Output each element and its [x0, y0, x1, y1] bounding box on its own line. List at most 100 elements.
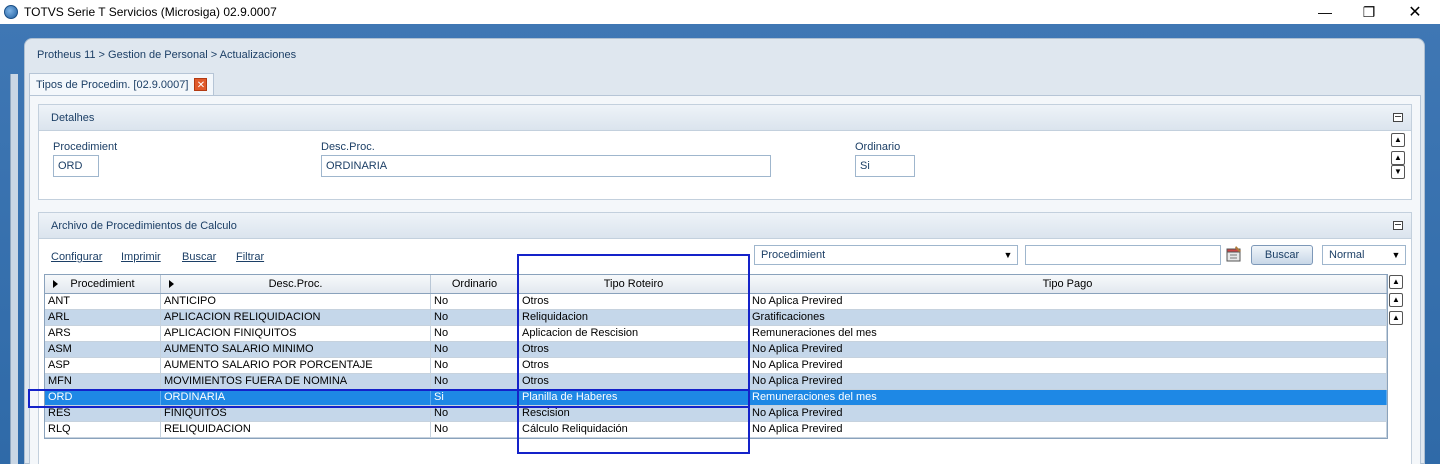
- procedimient-field[interactable]: ORD: [53, 155, 99, 177]
- cell-tipo-roteiro: Otros: [519, 374, 749, 389]
- cell-proc: ANT: [45, 294, 161, 309]
- left-scrollbar[interactable]: [10, 74, 18, 464]
- cell-tipo-pago: No Aplica Previred: [749, 358, 1387, 373]
- cell-ord: No: [431, 342, 519, 357]
- detalhes-header: Detalhes: [39, 105, 1411, 131]
- grid-scroll-down-icon[interactable]: ▲: [1389, 311, 1403, 325]
- mode-select-value: Normal: [1329, 249, 1365, 261]
- cell-ord: No: [431, 406, 519, 421]
- cell-desc: APLICACION RELIQUIDACION: [161, 310, 431, 325]
- table-row[interactable]: ARS APLICACION FINIQUITOS No Aplicacion …: [45, 326, 1387, 342]
- desc-proc-field[interactable]: ORDINARIA: [321, 155, 771, 177]
- cell-desc: AUMENTO SALARIO MINIMO: [161, 342, 431, 357]
- ordinario-field[interactable]: Si: [855, 155, 915, 177]
- sort-arrow-icon: [169, 280, 174, 288]
- cell-tipo-pago: No Aplica Previred: [749, 294, 1387, 309]
- cell-proc: RLQ: [45, 422, 161, 437]
- col-header-tipo-roteiro[interactable]: Tipo Roteiro: [519, 275, 749, 293]
- cell-ord: No: [431, 422, 519, 437]
- buscar-link[interactable]: Buscar: [182, 251, 216, 263]
- tab-close-icon[interactable]: ✕: [194, 78, 208, 91]
- cell-desc: AUMENTO SALARIO POR PORCENTAJE: [161, 358, 431, 373]
- table-row[interactable]: ANT ANTICIPO No Otros No Aplica Previred: [45, 294, 1387, 310]
- cell-proc: ARL: [45, 310, 161, 325]
- table-row-selected[interactable]: ORD ORDINARIA Si Planilla de Haberes Rem…: [45, 390, 1387, 406]
- grid-scroll-top-icon[interactable]: ▲: [1389, 275, 1403, 289]
- mode-select[interactable]: Normal ▼: [1322, 245, 1406, 265]
- tab-tipos-procedim[interactable]: Tipos de Procedim. [02.9.0007] ✕: [29, 73, 215, 95]
- cell-ord: No: [431, 326, 519, 341]
- cell-tipo-roteiro: Cálculo Reliquidación: [519, 422, 749, 437]
- buscar-button[interactable]: Buscar: [1251, 245, 1313, 265]
- grid-scroll-up-icon[interactable]: ▲: [1389, 293, 1403, 307]
- search-field-select-value: Procedimient: [761, 249, 826, 261]
- table-row[interactable]: MFN MOVIMIENTOS FUERA DE NOMINA No Otros…: [45, 374, 1387, 390]
- cell-tipo-roteiro: Planilla de Haberes: [519, 390, 749, 405]
- cell-desc: ANTICIPO: [161, 294, 431, 309]
- search-input[interactable]: [1025, 245, 1221, 265]
- detalhes-title: Detalhes: [51, 111, 95, 124]
- close-window-button[interactable]: ✕: [1392, 0, 1438, 24]
- cell-ord: Si: [431, 390, 519, 405]
- cell-tipo-pago: No Aplica Previred: [749, 422, 1387, 437]
- cell-tipo-pago: No Aplica Previred: [749, 342, 1387, 357]
- app-logo-icon: [4, 5, 18, 19]
- cell-desc: RELIQUIDACION: [161, 422, 431, 437]
- table-row[interactable]: ASM AUMENTO SALARIO MINIMO No Otros No A…: [45, 342, 1387, 358]
- col-header-procedimient[interactable]: Procedimient: [45, 275, 161, 293]
- ordinario-label: Ordinario: [855, 141, 901, 153]
- sort-arrow-icon: [53, 280, 58, 288]
- cell-tipo-pago: No Aplica Previred: [749, 374, 1387, 389]
- cell-proc: ORD: [45, 390, 161, 405]
- procedimient-label: Procedimient: [53, 141, 118, 153]
- table-row[interactable]: RES FINIQUITOS No Rescision No Aplica Pr…: [45, 406, 1387, 422]
- cell-tipo-pago: No Aplica Previred: [749, 406, 1387, 421]
- grid-header: Procedimient Desc.Proc. Ordinario Tipo R…: [45, 275, 1387, 294]
- cell-tipo-roteiro: Reliquidacion: [519, 310, 749, 325]
- scroll-up-icon[interactable]: ▲: [1391, 151, 1405, 165]
- calendar-icon[interactable]: [1225, 245, 1243, 263]
- col-header-ordinario[interactable]: Ordinario: [431, 275, 519, 293]
- filtrar-link[interactable]: Filtrar: [236, 251, 264, 263]
- cell-desc: MOVIMIENTOS FUERA DE NOMINA: [161, 374, 431, 389]
- scroll-top-icon[interactable]: ▲: [1391, 133, 1405, 147]
- cell-tipo-pago: Remuneraciones del mes: [749, 390, 1387, 405]
- cell-desc: APLICACION FINIQUITOS: [161, 326, 431, 341]
- cell-tipo-roteiro: Rescision: [519, 406, 749, 421]
- archivo-header: Archivo de Procedimientos de Calculo: [39, 213, 1411, 239]
- cell-ord: No: [431, 310, 519, 325]
- search-field-select[interactable]: Procedimient ▼: [754, 245, 1018, 265]
- restore-button[interactable]: ❐: [1346, 0, 1392, 24]
- window-title: TOTVS Serie T Servicios (Microsiga) 02.9…: [24, 5, 277, 19]
- cell-tipo-roteiro: Otros: [519, 294, 749, 309]
- procedimientos-grid: Procedimient Desc.Proc. Ordinario Tipo R…: [44, 274, 1388, 439]
- grid-body: ANT ANTICIPO No Otros No Aplica Previred…: [45, 294, 1387, 438]
- archivo-title: Archivo de Procedimientos de Calculo: [51, 219, 237, 232]
- breadcrumb: Protheus 11 > Gestion de Personal > Actu…: [37, 49, 297, 61]
- col-header-desc-proc[interactable]: Desc.Proc.: [161, 275, 431, 293]
- imprimir-link[interactable]: Imprimir: [121, 251, 161, 263]
- cell-desc: FINIQUITOS: [161, 406, 431, 421]
- cell-tipo-pago: Gratificaciones: [749, 310, 1387, 325]
- configurar-link[interactable]: Configurar: [51, 251, 102, 263]
- table-row[interactable]: RLQ RELIQUIDACION No Cálculo Reliquidaci…: [45, 422, 1387, 438]
- minimize-button[interactable]: —: [1302, 0, 1348, 24]
- window-titlebar: TOTVS Serie T Servicios (Microsiga) 02.9…: [0, 0, 1440, 24]
- cell-proc: RES: [45, 406, 161, 421]
- table-row[interactable]: ARL APLICACION RELIQUIDACION No Reliquid…: [45, 310, 1387, 326]
- collapse-archivo-icon[interactable]: [1393, 221, 1403, 230]
- cell-proc: ASP: [45, 358, 161, 373]
- collapse-detalhes-icon[interactable]: [1393, 113, 1403, 122]
- cell-tipo-roteiro: Otros: [519, 358, 749, 373]
- table-row[interactable]: ASP AUMENTO SALARIO POR PORCENTAJE No Ot…: [45, 358, 1387, 374]
- cell-proc: ARS: [45, 326, 161, 341]
- cell-tipo-roteiro: Otros: [519, 342, 749, 357]
- scroll-down-icon[interactable]: ▼: [1391, 165, 1405, 179]
- cell-proc: ASM: [45, 342, 161, 357]
- cell-ord: No: [431, 294, 519, 309]
- col-header-tipo-pago[interactable]: Tipo Pago: [749, 275, 1387, 293]
- cell-ord: No: [431, 358, 519, 373]
- detalhes-section: Detalhes Procedimient ORD Desc.Proc. ORD…: [38, 104, 1412, 200]
- desc-proc-label: Desc.Proc.: [321, 141, 375, 153]
- cell-tipo-roteiro: Aplicacion de Rescision: [519, 326, 749, 341]
